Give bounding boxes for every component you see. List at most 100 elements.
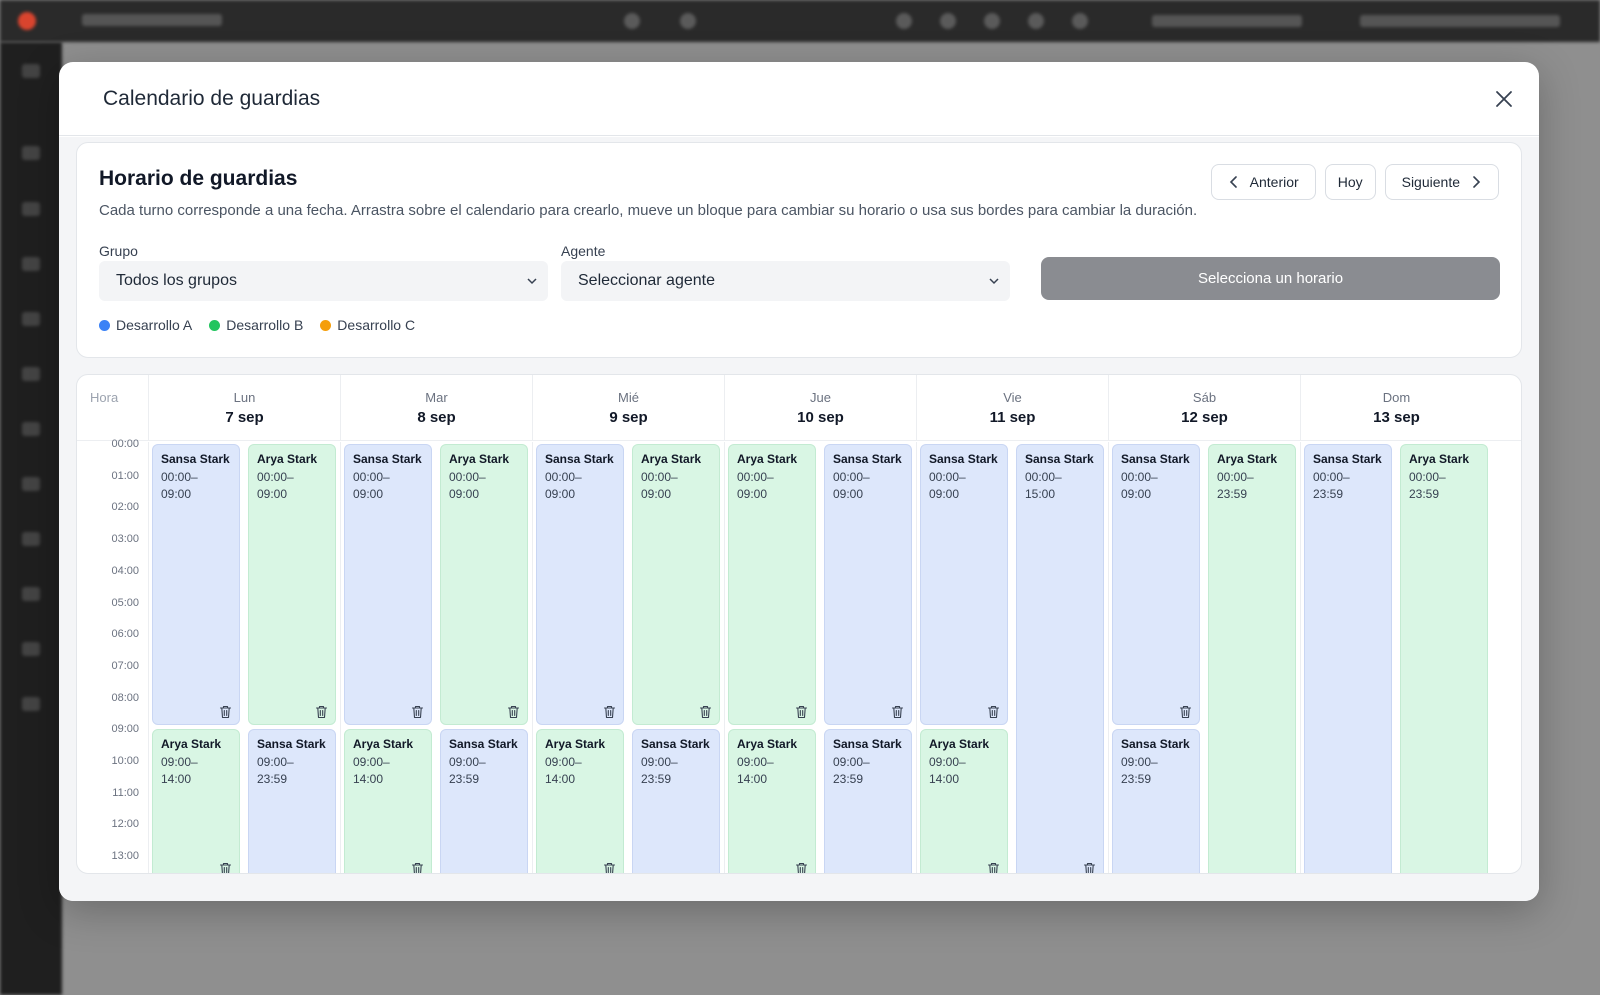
week-navigation: Anterior Hoy Siguiente	[1210, 164, 1499, 200]
shift-time: 09:00– 23:59	[257, 754, 327, 788]
trash-icon[interactable]	[507, 705, 520, 719]
search-icon	[624, 13, 640, 29]
day-name: Jue	[810, 390, 831, 405]
shift-block[interactable]: Arya Stark 00:00– 09:00	[248, 444, 336, 726]
shift-block[interactable]: Sansa Stark 00:00– 09:00	[920, 444, 1008, 726]
agent-select[interactable]: Seleccionar agente	[561, 261, 1010, 301]
shift-block[interactable]: Arya Stark 09:00– 14:00	[152, 729, 240, 873]
shift-block[interactable]: Sansa Stark 09:00– 23:59	[1112, 729, 1200, 873]
chevron-right-icon	[1473, 176, 1481, 188]
shift-block[interactable]: Arya Stark 09:00– 14:00	[728, 729, 816, 873]
legend-label: Desarrollo C	[337, 317, 416, 333]
trash-icon[interactable]	[987, 862, 1000, 873]
shift-time: 00:00– 09:00	[161, 469, 231, 503]
day-name: Lun	[233, 390, 256, 405]
shift-block[interactable]: Sansa Stark 09:00– 23:59	[440, 729, 528, 873]
shift-agent: Arya Stark	[929, 737, 990, 752]
shift-agent: Sansa Stark	[833, 737, 902, 752]
trash-icon[interactable]	[795, 705, 808, 719]
shift-block[interactable]: Sansa Stark 00:00– 15:00	[1016, 444, 1104, 873]
shift-block[interactable]: Arya Stark 00:00– 09:00	[440, 444, 528, 726]
help-icon	[940, 13, 956, 29]
sidebar-icon	[22, 422, 40, 436]
shift-block[interactable]: Arya Stark 09:00– 14:00	[536, 729, 624, 873]
shift-block[interactable]: Arya Stark 09:00– 14:00	[344, 729, 432, 873]
shift-agent: Arya Stark	[161, 737, 222, 752]
shift-block[interactable]: Arya Stark 00:00– 23:59	[1400, 444, 1488, 873]
trash-icon[interactable]	[699, 705, 712, 719]
shift-block[interactable]: Arya Stark 00:00– 23:59	[1208, 444, 1296, 873]
legend-item: Desarrollo B	[209, 317, 303, 333]
shift-block[interactable]: Arya Stark 09:00– 14:00	[920, 729, 1008, 873]
trash-icon[interactable]	[603, 862, 616, 873]
shift-agent: Sansa Stark	[1313, 452, 1382, 466]
next-button[interactable]: Siguiente	[1384, 164, 1499, 200]
day-date: 9 sep	[609, 409, 648, 426]
trash-icon[interactable]	[795, 862, 808, 873]
calendar-grid[interactable]: 00:00 01:00 02:00 03:00 04:00 05:00 06:00 07:00…	[77, 438, 1521, 873]
grid-icon	[896, 13, 912, 29]
shift-start: 00:00–	[833, 470, 870, 484]
hour-label: 09:00	[111, 723, 139, 736]
shift-end: 14:00	[545, 772, 576, 787]
previous-button[interactable]: Anterior	[1210, 164, 1316, 200]
background-search	[82, 14, 222, 26]
shift-block[interactable]: Sansa Stark 09:00– 23:59	[248, 729, 336, 873]
shift-block[interactable]: Sansa Stark 09:00– 23:59	[632, 729, 720, 873]
schedule-card: Horario de guardias Cada turno correspon…	[76, 142, 1522, 358]
trash-icon[interactable]	[219, 705, 232, 719]
trash-icon[interactable]	[987, 705, 1000, 719]
card-title: Horario de guardias	[99, 167, 298, 190]
modal-header: Calendario de guardias	[59, 62, 1539, 136]
day-name: Mar	[425, 390, 448, 405]
shift-block[interactable]: Arya Stark 00:00– 09:00	[632, 444, 720, 726]
shift-start: 09:00–	[929, 755, 966, 770]
shift-block[interactable]: Sansa Stark 00:00– 09:00	[152, 444, 240, 726]
chevron-left-icon	[1229, 176, 1237, 188]
trash-icon[interactable]	[891, 705, 904, 719]
shift-block[interactable]: Arya Stark 00:00– 09:00	[728, 444, 816, 726]
shift-time: 00:00– 09:00	[353, 469, 423, 503]
shift-end: 09:00	[353, 487, 384, 501]
shift-agent: Sansa Stark	[1121, 737, 1190, 752]
shift-end: 09:00	[641, 487, 672, 501]
shift-time: 09:00– 23:59	[833, 754, 903, 788]
shift-block[interactable]: Sansa Stark 09:00– 23:59	[824, 729, 912, 873]
shift-agent: Sansa Stark	[161, 452, 230, 466]
shift-agent: Sansa Stark	[833, 452, 902, 466]
shift-start: 00:00–	[545, 470, 582, 484]
trash-icon[interactable]	[603, 705, 616, 719]
shift-time: 00:00– 09:00	[737, 469, 807, 503]
app-logo	[18, 12, 36, 30]
trash-icon[interactable]	[411, 862, 424, 873]
day-name: Dom	[1382, 390, 1411, 405]
shift-block[interactable]: Sansa Stark 00:00– 23:59	[1304, 444, 1392, 873]
legend-item: Desarrollo A	[99, 317, 192, 333]
shift-block[interactable]: Sansa Stark 00:00– 09:00	[536, 444, 624, 726]
shift-block[interactable]: Sansa Stark 00:00– 09:00	[1112, 444, 1200, 726]
group-select[interactable]: Todos los grupos	[99, 261, 548, 301]
shift-end: 23:59	[1409, 487, 1440, 501]
shift-agent: Arya Stark	[545, 737, 606, 752]
shift-start: 00:00–	[1025, 470, 1062, 484]
shift-agent: Sansa Stark	[929, 452, 998, 466]
trash-icon[interactable]	[1083, 862, 1096, 873]
trash-icon[interactable]	[315, 705, 328, 719]
shift-agent: Arya Stark	[737, 737, 798, 752]
day-date: 8 sep	[417, 409, 456, 426]
shift-time: 09:00– 23:59	[449, 754, 519, 788]
trash-icon[interactable]	[1179, 705, 1192, 719]
today-button[interactable]: Hoy	[1324, 164, 1376, 200]
shift-block[interactable]: Sansa Stark 00:00– 09:00	[344, 444, 432, 726]
shift-start: 00:00–	[1409, 470, 1446, 484]
select-schedule-button[interactable]: Selecciona un horario	[1041, 257, 1500, 300]
shift-end: 14:00	[737, 772, 768, 787]
settings-icon	[984, 13, 1000, 29]
shift-block[interactable]: Sansa Stark 00:00– 09:00	[824, 444, 912, 726]
close-button[interactable]	[1489, 84, 1519, 114]
shift-end: 09:00	[545, 487, 576, 501]
chat-icon	[1028, 13, 1044, 29]
trash-icon[interactable]	[219, 862, 232, 873]
trash-icon[interactable]	[411, 705, 424, 719]
legend-dot	[209, 319, 221, 331]
